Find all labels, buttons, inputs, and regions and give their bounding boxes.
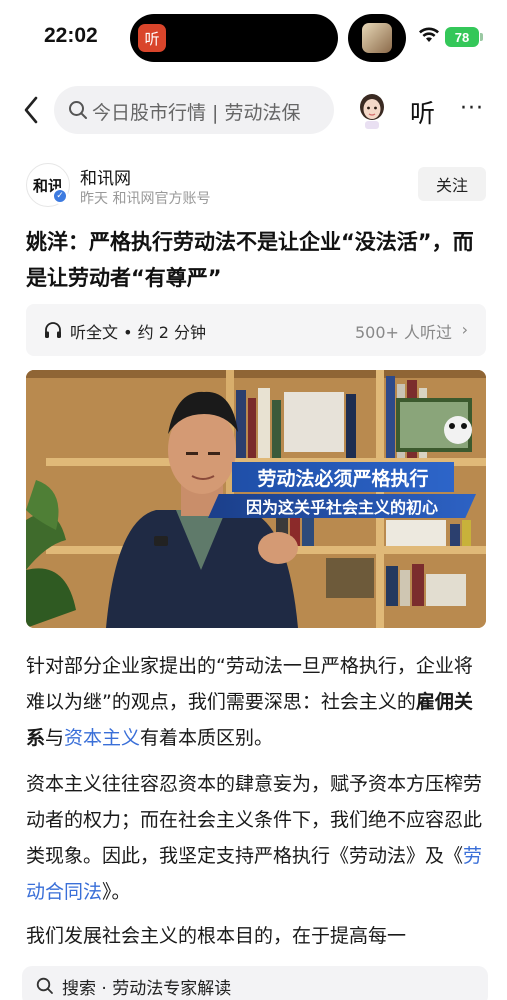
avatar-icon[interactable] xyxy=(356,93,388,129)
video-caption-line1: 劳动法必须严格执行 xyxy=(232,462,454,492)
search-query-text: 今日股市行情 | 劳动法保 xyxy=(92,102,301,124)
p2-text-b: 》。 xyxy=(102,881,131,903)
article-title: 姚洋：严格执行劳动法不是让企业“没法活”，而是让劳动者“有尊严” xyxy=(26,230,474,290)
p1-text-b: 与 xyxy=(45,727,65,749)
article-paragraph-3: 我们发展社会主义的根本目的，在于提高每一 xyxy=(26,925,407,947)
follow-button[interactable]: 关注 xyxy=(418,167,486,201)
article-paragraph-1: 针对部分企业家提出的“劳动法一旦严格执行，企业将难以为继”的观点，我们需要深思：… xyxy=(26,648,488,756)
album-art-icon xyxy=(362,23,392,53)
article-paragraph-2: 资本主义往往容忍资本的肆意妄为，赋予资本方压榨劳动者的权力；而在社会主义条件下，… xyxy=(26,766,488,910)
status-bar: 22:02 听 78 xyxy=(0,0,507,72)
listener-count: 500+ 人听过 xyxy=(354,323,452,342)
battery-tip xyxy=(480,33,483,41)
listen-button[interactable]: 听 xyxy=(410,94,435,130)
p1-text-c: 有着本质区别。 xyxy=(140,727,274,749)
chevron-right-icon: › xyxy=(461,320,468,339)
related-search-bar[interactable]: 搜索 · 劳动法专家解读 xyxy=(22,966,488,1000)
verified-icon: ✓ xyxy=(52,188,68,204)
publish-meta: 昨天 和讯网官方账号 xyxy=(80,191,211,207)
battery-indicator: 78 xyxy=(445,27,479,47)
related-search-text: 搜索 · 劳动法专家解读 xyxy=(62,979,232,999)
listen-duration-label: 听全文 • 约 2 分钟 xyxy=(70,323,206,342)
more-options-button[interactable]: ··· xyxy=(460,96,484,121)
dynamic-island[interactable]: 听 xyxy=(130,14,338,62)
headphone-icon xyxy=(45,322,61,338)
listen-full-text-bar[interactable]: 听全文 • 约 2 分钟 500+ 人听过 › xyxy=(26,304,486,356)
back-chevron-icon[interactable] xyxy=(18,92,46,128)
search-icon xyxy=(36,977,53,994)
search-bar[interactable]: 今日股市行情 | 劳动法保 xyxy=(54,86,334,134)
publisher-name[interactable]: 和讯网 xyxy=(80,164,131,189)
listening-app-icon[interactable]: 听 xyxy=(138,24,166,52)
p2-text-a: 资本主义往往容忍资本的肆意妄为，赋予资本方压榨劳动者的权力；而在社会主义条件下，… xyxy=(26,773,483,867)
video-thumbnail[interactable]: 劳动法必须严格执行 因为这关乎社会主义的初心 xyxy=(26,370,486,628)
video-caption-line2: 因为这关乎社会主义的初心 xyxy=(208,494,476,518)
wifi-icon xyxy=(419,27,439,42)
p1-text-a: 针对部分企业家提出的“劳动法一旦严格执行，企业将难以为继”的观点，我们需要深思：… xyxy=(26,655,473,713)
now-playing-island[interactable] xyxy=(348,14,406,62)
link-capitalism[interactable]: 资本主义 xyxy=(64,727,140,749)
search-icon xyxy=(69,101,87,119)
status-time: 22:02 xyxy=(44,24,98,47)
